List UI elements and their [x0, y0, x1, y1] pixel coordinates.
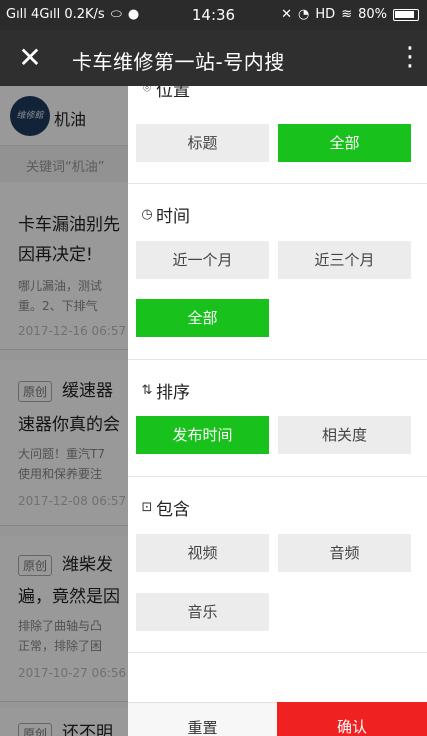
option-last-three-months[interactable]: 近三个月 — [278, 241, 411, 279]
section-header: ⇅ 排序 — [140, 378, 190, 403]
status-bar: Gıll 4Gıll 0.2K/s ⬭ ● 14:36 ✕ ◔ HD ≋ 80% — [0, 0, 427, 30]
hd-label: HD — [315, 7, 336, 22]
filter-section-location: ⌾ 位置 标题 全部 — [128, 86, 427, 184]
alarm-icon: ◔ — [298, 7, 310, 22]
option-video[interactable]: 视频 — [136, 534, 269, 572]
page-title: 卡车维修第一站-号内搜 — [72, 50, 285, 74]
filter-section-sort: ⇅ 排序 发布时间 相关度 — [128, 360, 427, 477]
option-title[interactable]: 标题 — [136, 124, 269, 162]
filter-section-include: ⊡ 包含 视频 音频 音乐 — [128, 477, 427, 653]
section-header: ⊡ 包含 — [140, 495, 190, 520]
confirm-button[interactable]: 确认 — [277, 702, 427, 736]
close-icon[interactable]: ✕ — [14, 42, 46, 74]
filter-panel: ⌾ 位置 标题 全部 ◷ 时间 近一个月 近三个月 全部 ⇅ 排序 发布时间 相… — [128, 86, 427, 736]
option-last-month[interactable]: 近一个月 — [136, 241, 269, 279]
battery-icon — [393, 8, 419, 21]
more-icon[interactable]: ⋮ — [397, 40, 423, 76]
sort-icon: ⇅ — [141, 383, 153, 398]
clock-icon: ◷ — [141, 207, 153, 222]
section-title: 位置 — [156, 86, 190, 101]
section-header: ◷ 时间 — [140, 202, 190, 227]
option-music[interactable]: 音乐 — [136, 593, 269, 631]
option-all-time[interactable]: 全部 — [136, 299, 269, 337]
status-right: ✕ ◔ HD ≋ 80% — [281, 7, 419, 22]
section-title: 包含 — [156, 500, 190, 520]
option-audio[interactable]: 音频 — [278, 534, 411, 572]
section-title: 排序 — [156, 383, 190, 403]
filter-section-time: ◷ 时间 近一个月 近三个月 全部 — [128, 184, 427, 360]
mute-icon: ✕ — [281, 7, 293, 22]
option-all-location[interactable]: 全部 — [278, 124, 411, 162]
wifi-icon: ≋ — [341, 7, 353, 22]
option-publish-time[interactable]: 发布时间 — [136, 416, 269, 454]
option-relevance[interactable]: 相关度 — [278, 416, 411, 454]
section-header: ⌾ 位置 — [140, 86, 190, 101]
battery-level: 80% — [358, 7, 387, 22]
reset-button[interactable]: 重置 — [128, 702, 277, 736]
section-title: 时间 — [156, 207, 190, 227]
include-box-icon: ⊡ — [141, 500, 153, 515]
title-bar: ✕ 卡车维修第一站-号内搜 ⋮ — [0, 30, 427, 86]
location-pin-icon: ⌾ — [143, 86, 151, 96]
